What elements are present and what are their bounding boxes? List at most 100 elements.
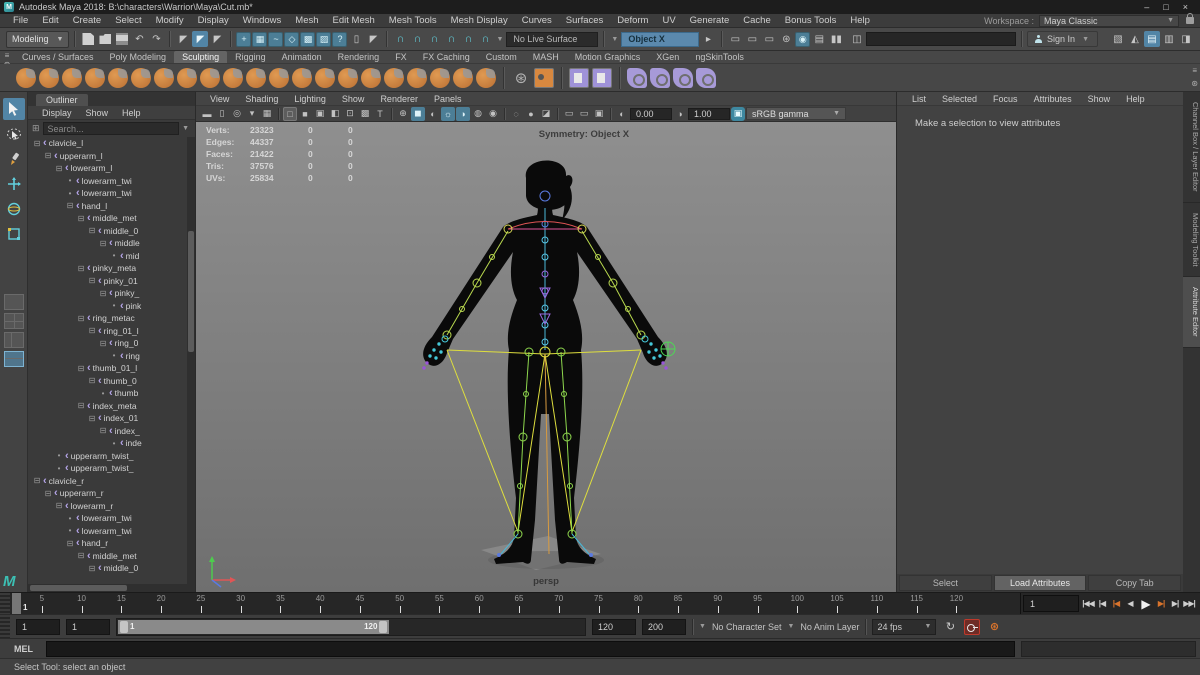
wireframe-on-shaded-button[interactable]: ▩ <box>358 107 372 121</box>
expand-toggle-icon[interactable]: ⊟ <box>98 426 108 435</box>
ae-menu-selected[interactable]: Selected <box>935 94 984 104</box>
expand-toggle-icon[interactable]: ⊟ <box>32 139 42 148</box>
expand-toggle-icon[interactable]: ⊟ <box>76 264 86 273</box>
range-end-handle[interactable] <box>379 621 387 633</box>
sign-in-button[interactable]: Sign In▼ <box>1027 31 1098 47</box>
range-bar[interactable]: 1 120 <box>118 620 389 634</box>
step-forward-frame-button[interactable]: ▶| <box>1168 599 1182 608</box>
expand-toggle-icon[interactable]: ⊟ <box>87 564 97 573</box>
snap-magnet-viewplane-button[interactable]: ∩ <box>460 31 476 47</box>
select-camera-button[interactable]: ▬ <box>200 107 214 121</box>
scale-tool[interactable] <box>3 223 25 245</box>
ae-menu-show[interactable]: Show <box>1081 94 1118 104</box>
tree-row-thumb-01-l[interactable]: ⊟‹thumb_01_l <box>28 362 187 375</box>
menu-deform[interactable]: Deform <box>610 15 655 26</box>
play-forwards-button[interactable]: ▶ <box>1137 597 1154 611</box>
tree-row-hand-l[interactable]: ⊟‹hand_l <box>28 200 187 213</box>
chevron-down-icon[interactable]: ▼ <box>494 36 505 43</box>
right-tab-channel-box-layer-editor[interactable]: Channel Box / Layer Editor <box>1183 92 1200 203</box>
tree-row-middle-met[interactable]: ⊟‹middle_met <box>28 550 187 563</box>
view-transform-select[interactable]: sRGB gamma▼ <box>746 107 846 120</box>
viewport-menu-view[interactable]: View <box>202 94 237 104</box>
maximize-button[interactable]: □ <box>1163 2 1168 12</box>
lock-camera-button[interactable]: ▯ <box>215 107 229 121</box>
tree-row-lowerarm-r[interactable]: ⊟‹lowerarm_r <box>28 500 187 513</box>
freeze-select-tool-icon[interactable] <box>453 68 473 88</box>
unfreeze-tool-icon[interactable] <box>430 68 450 88</box>
shelf-tab-mash[interactable]: MASH <box>525 51 567 63</box>
tree-row-middle-0[interactable]: ⊟‹middle_0 <box>28 562 187 575</box>
lasso-tool[interactable] <box>3 123 25 145</box>
menu-uv[interactable]: UV <box>655 15 682 26</box>
menu-curves[interactable]: Curves <box>515 15 559 26</box>
skin-brush-icon[interactable] <box>627 68 647 88</box>
expand-toggle-icon[interactable]: ⊟ <box>76 401 86 410</box>
snap-magnet-curve-button[interactable]: ∩ <box>409 31 425 47</box>
isolate-select-button[interactable]: ◪ <box>539 107 553 121</box>
shelf-overflow-icon[interactable]: ≡ <box>1192 66 1197 75</box>
animation-end-field[interactable]: 200 <box>642 619 686 635</box>
depth-of-field-button[interactable]: ● <box>524 107 538 121</box>
tree-row-lowerarm-twi[interactable]: •‹lowerarm_twi <box>28 525 187 538</box>
viewport-menu-shading[interactable]: Shading <box>237 94 286 104</box>
animation-start-field[interactable]: 1 <box>16 619 60 635</box>
tree-row-clavicle-l[interactable]: ⊟‹clavicle_l <box>28 137 187 150</box>
viewport-menu-renderer[interactable]: Renderer <box>372 94 426 104</box>
command-line-language-toggle[interactable]: MEL <box>0 644 46 654</box>
textured-mode-button[interactable]: T <box>373 107 387 121</box>
tree-row-pinky-meta[interactable]: ⊟‹pinky_meta <box>28 262 187 275</box>
flatten-tool-icon[interactable] <box>131 68 151 88</box>
snap-to-view-plane-button[interactable]: ▨ <box>316 32 331 47</box>
scrape-tool-icon[interactable] <box>269 68 289 88</box>
exposure-icon[interactable]: ◐ <box>615 107 629 121</box>
fps-selector[interactable]: 24 fps ▼ <box>872 619 936 635</box>
symmetry-button[interactable]: + <box>236 32 251 47</box>
expand-toggle-icon[interactable]: ⊟ <box>98 289 108 298</box>
expand-toggle-icon[interactable]: ⊟ <box>76 214 86 223</box>
expand-toggle-icon[interactable]: ⊟ <box>54 164 64 173</box>
menu-cache[interactable]: Cache <box>736 15 777 26</box>
expand-toggle-icon[interactable]: ⊟ <box>98 339 108 348</box>
tree-row-index[interactable]: ⊟‹index_ <box>28 425 187 438</box>
mirror-skin-weights-icon[interactable] <box>673 68 693 88</box>
expand-toggle-icon[interactable]: ⊟ <box>76 314 86 323</box>
play-backwards-button[interactable]: ◀ <box>1123 599 1137 608</box>
multisample-aa-button[interactable]: ◌ <box>509 107 523 121</box>
tool-settings-toggle[interactable]: ◨ <box>1178 31 1194 47</box>
sculpt-settings-gear-icon[interactable]: ⊛ <box>511 68 531 88</box>
outliner-expand-icon[interactable]: ⊞ <box>32 123 40 134</box>
tree-row-ring-01-l[interactable]: ⊟‹ring_01_l <box>28 325 187 338</box>
workspace-selector[interactable]: Maya Classic ▼ <box>1039 15 1179 27</box>
render-view-button[interactable]: ▭ <box>727 31 743 47</box>
single-pane-layout-button[interactable] <box>4 294 24 310</box>
tree-row-index-01[interactable]: ⊟‹index_01 <box>28 412 187 425</box>
pause-button[interactable]: ▮▮ <box>828 31 844 47</box>
snap-magnet-live-button[interactable]: ∩ <box>477 31 493 47</box>
shelf-tab-xgen[interactable]: XGen <box>648 51 687 63</box>
shelf-tab-menu-icon[interactable]: ≡ <box>5 51 10 60</box>
symmetry-expand-arrow[interactable]: ▸ <box>700 31 716 47</box>
current-time-field[interactable]: 1 <box>1023 595 1079 612</box>
channel-box-toggle[interactable]: ▤ <box>1144 31 1160 47</box>
tree-row-index-meta[interactable]: ⊟‹index_meta <box>28 400 187 413</box>
new-scene-button[interactable] <box>80 31 96 47</box>
ae-menu-focus[interactable]: Focus <box>986 94 1025 104</box>
shelf-tab-custom[interactable]: Custom <box>478 51 525 63</box>
outliner-menu-display[interactable]: Display <box>36 108 78 118</box>
freeze-tool-icon[interactable] <box>407 68 427 88</box>
tree-row-ring[interactable]: •‹ring <box>28 350 187 363</box>
amplify-tool-icon[interactable] <box>384 68 404 88</box>
select-tool[interactable] <box>3 98 25 120</box>
tree-row-middle-met[interactable]: ⊟‹middle_met <box>28 212 187 225</box>
shelf-tab-motion-graphics[interactable]: Motion Graphics <box>567 51 649 63</box>
shelf-tab-poly-modeling[interactable]: Poly Modeling <box>102 51 175 63</box>
menu-display[interactable]: Display <box>191 15 236 26</box>
resolution-gate-button[interactable]: ▭ <box>577 107 591 121</box>
shelf-tab-sculpting[interactable]: Sculpting <box>174 51 227 63</box>
tree-row-lowerarm-twi[interactable]: •‹lowerarm_twi <box>28 175 187 188</box>
gamma-field[interactable]: 1.00 <box>688 108 730 120</box>
tree-row-lowerarm-twi[interactable]: •‹lowerarm_twi <box>28 512 187 525</box>
tree-row-lowerarm-l[interactable]: ⊟‹lowerarm_l <box>28 162 187 175</box>
character-set-selector[interactable]: No Character Set <box>712 622 782 632</box>
menu-surfaces[interactable]: Surfaces <box>559 15 611 26</box>
